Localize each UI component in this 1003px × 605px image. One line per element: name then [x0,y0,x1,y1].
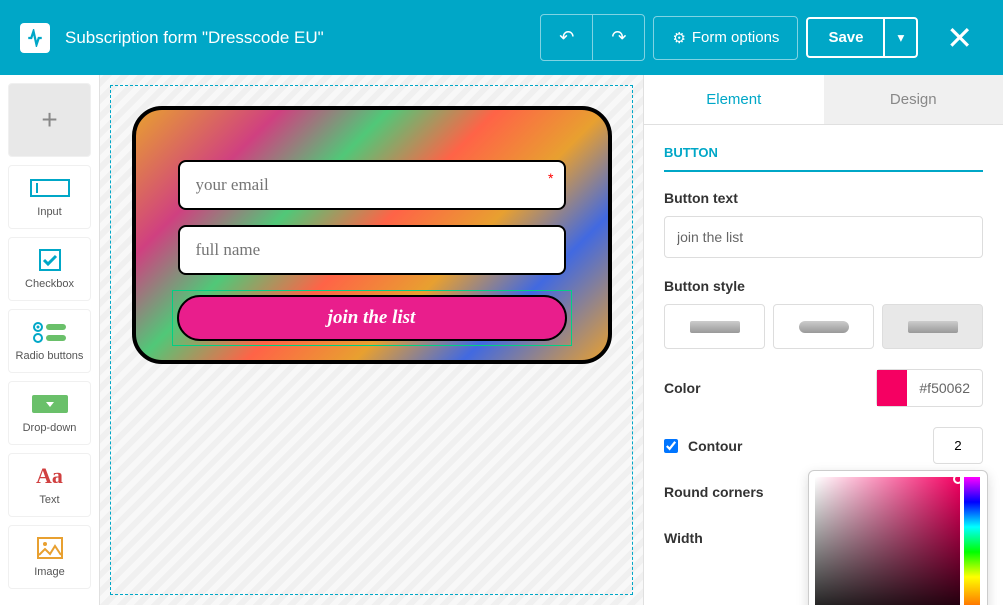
section-title: BUTTON [664,125,983,172]
contour-checkbox[interactable] [664,439,678,453]
contour-width-input[interactable] [933,427,983,464]
canvas-area: * join the list [100,75,643,605]
canvas-dropzone[interactable]: * join the list [110,85,633,595]
color-group: Color #f50062 [644,369,1003,427]
contour-label: Contour [688,438,742,454]
app-header: Subscription form "Dresscode EU" ↶ ↷ ⚙ F… [0,0,1003,75]
picker-handle-icon [953,474,963,484]
tool-input[interactable]: Input [8,165,91,229]
main-layout: + Input Checkbox Radio buttons Drop-down [0,75,1003,605]
color-label: Color [664,380,701,396]
email-field-wrap: * [178,160,566,225]
image-icon [30,536,70,560]
selected-element-box: join the list [172,290,572,346]
style-buttons [664,304,983,349]
email-field[interactable] [178,160,566,210]
tool-text[interactable]: Aa Text [8,453,91,517]
tool-label: Image [34,566,65,578]
gear-icon: ⚙ [672,29,685,47]
input-icon [30,176,70,200]
button-text-input[interactable] [664,216,983,258]
close-button[interactable]: ✕ [936,19,983,57]
button-style-group: Button style [644,278,1003,369]
save-dropdown-button[interactable]: ▾ [883,19,916,56]
color-swatch [877,370,907,406]
saturation-picker[interactable] [815,477,960,605]
redo-button[interactable]: ↷ [593,15,644,60]
tool-dropdown[interactable]: Drop-down [8,381,91,445]
form-options-button[interactable]: ⚙ Form options [653,16,798,60]
tab-element[interactable]: Element [644,75,824,124]
header-actions: ↶ ↷ ⚙ Form options Save ▾ ✕ [540,14,983,61]
dropdown-icon [30,392,70,416]
form-options-label: Form options [692,29,780,46]
toolbox-sidebar: + Input Checkbox Radio buttons Drop-down [0,75,100,605]
tool-checkbox[interactable]: Checkbox [8,237,91,301]
page-title: Subscription form "Dresscode EU" [65,28,525,48]
tool-label: Drop-down [23,422,77,434]
button-text-group: Button text [644,190,1003,278]
undo-redo-group: ↶ ↷ [540,14,645,61]
logo-icon [20,23,50,53]
radio-icon [30,320,70,344]
tool-image[interactable]: Image [8,525,91,589]
save-group: Save ▾ [806,17,918,58]
properties-tabs: Element Design [644,75,1003,125]
style-flat[interactable] [664,304,765,349]
style-gradient[interactable] [882,304,983,349]
name-field[interactable] [178,225,566,275]
tool-label: Input [37,206,61,218]
text-icon: Aa [30,464,70,488]
submit-button[interactable]: join the list [177,295,567,341]
button-text-label: Button text [664,190,983,206]
button-style-label: Button style [664,278,983,294]
hue-slider[interactable] [964,477,980,605]
required-star-icon: * [548,170,553,186]
tool-label: Checkbox [25,278,74,290]
color-picker-popover [808,470,988,605]
color-code: #f50062 [907,380,982,396]
form-preview: * join the list [132,106,612,364]
checkbox-icon [30,248,70,272]
properties-panel: Element Design BUTTON Button text Button… [643,75,1003,605]
tool-label: Radio buttons [16,350,84,362]
add-element-button[interactable]: + [8,83,91,157]
tool-label: Text [39,494,59,506]
color-input[interactable]: #f50062 [876,369,983,407]
save-button[interactable]: Save [808,19,883,56]
undo-button[interactable]: ↶ [541,15,593,60]
tool-radio[interactable]: Radio buttons [8,309,91,373]
tab-design[interactable]: Design [824,75,1003,124]
style-rounded[interactable] [773,304,874,349]
